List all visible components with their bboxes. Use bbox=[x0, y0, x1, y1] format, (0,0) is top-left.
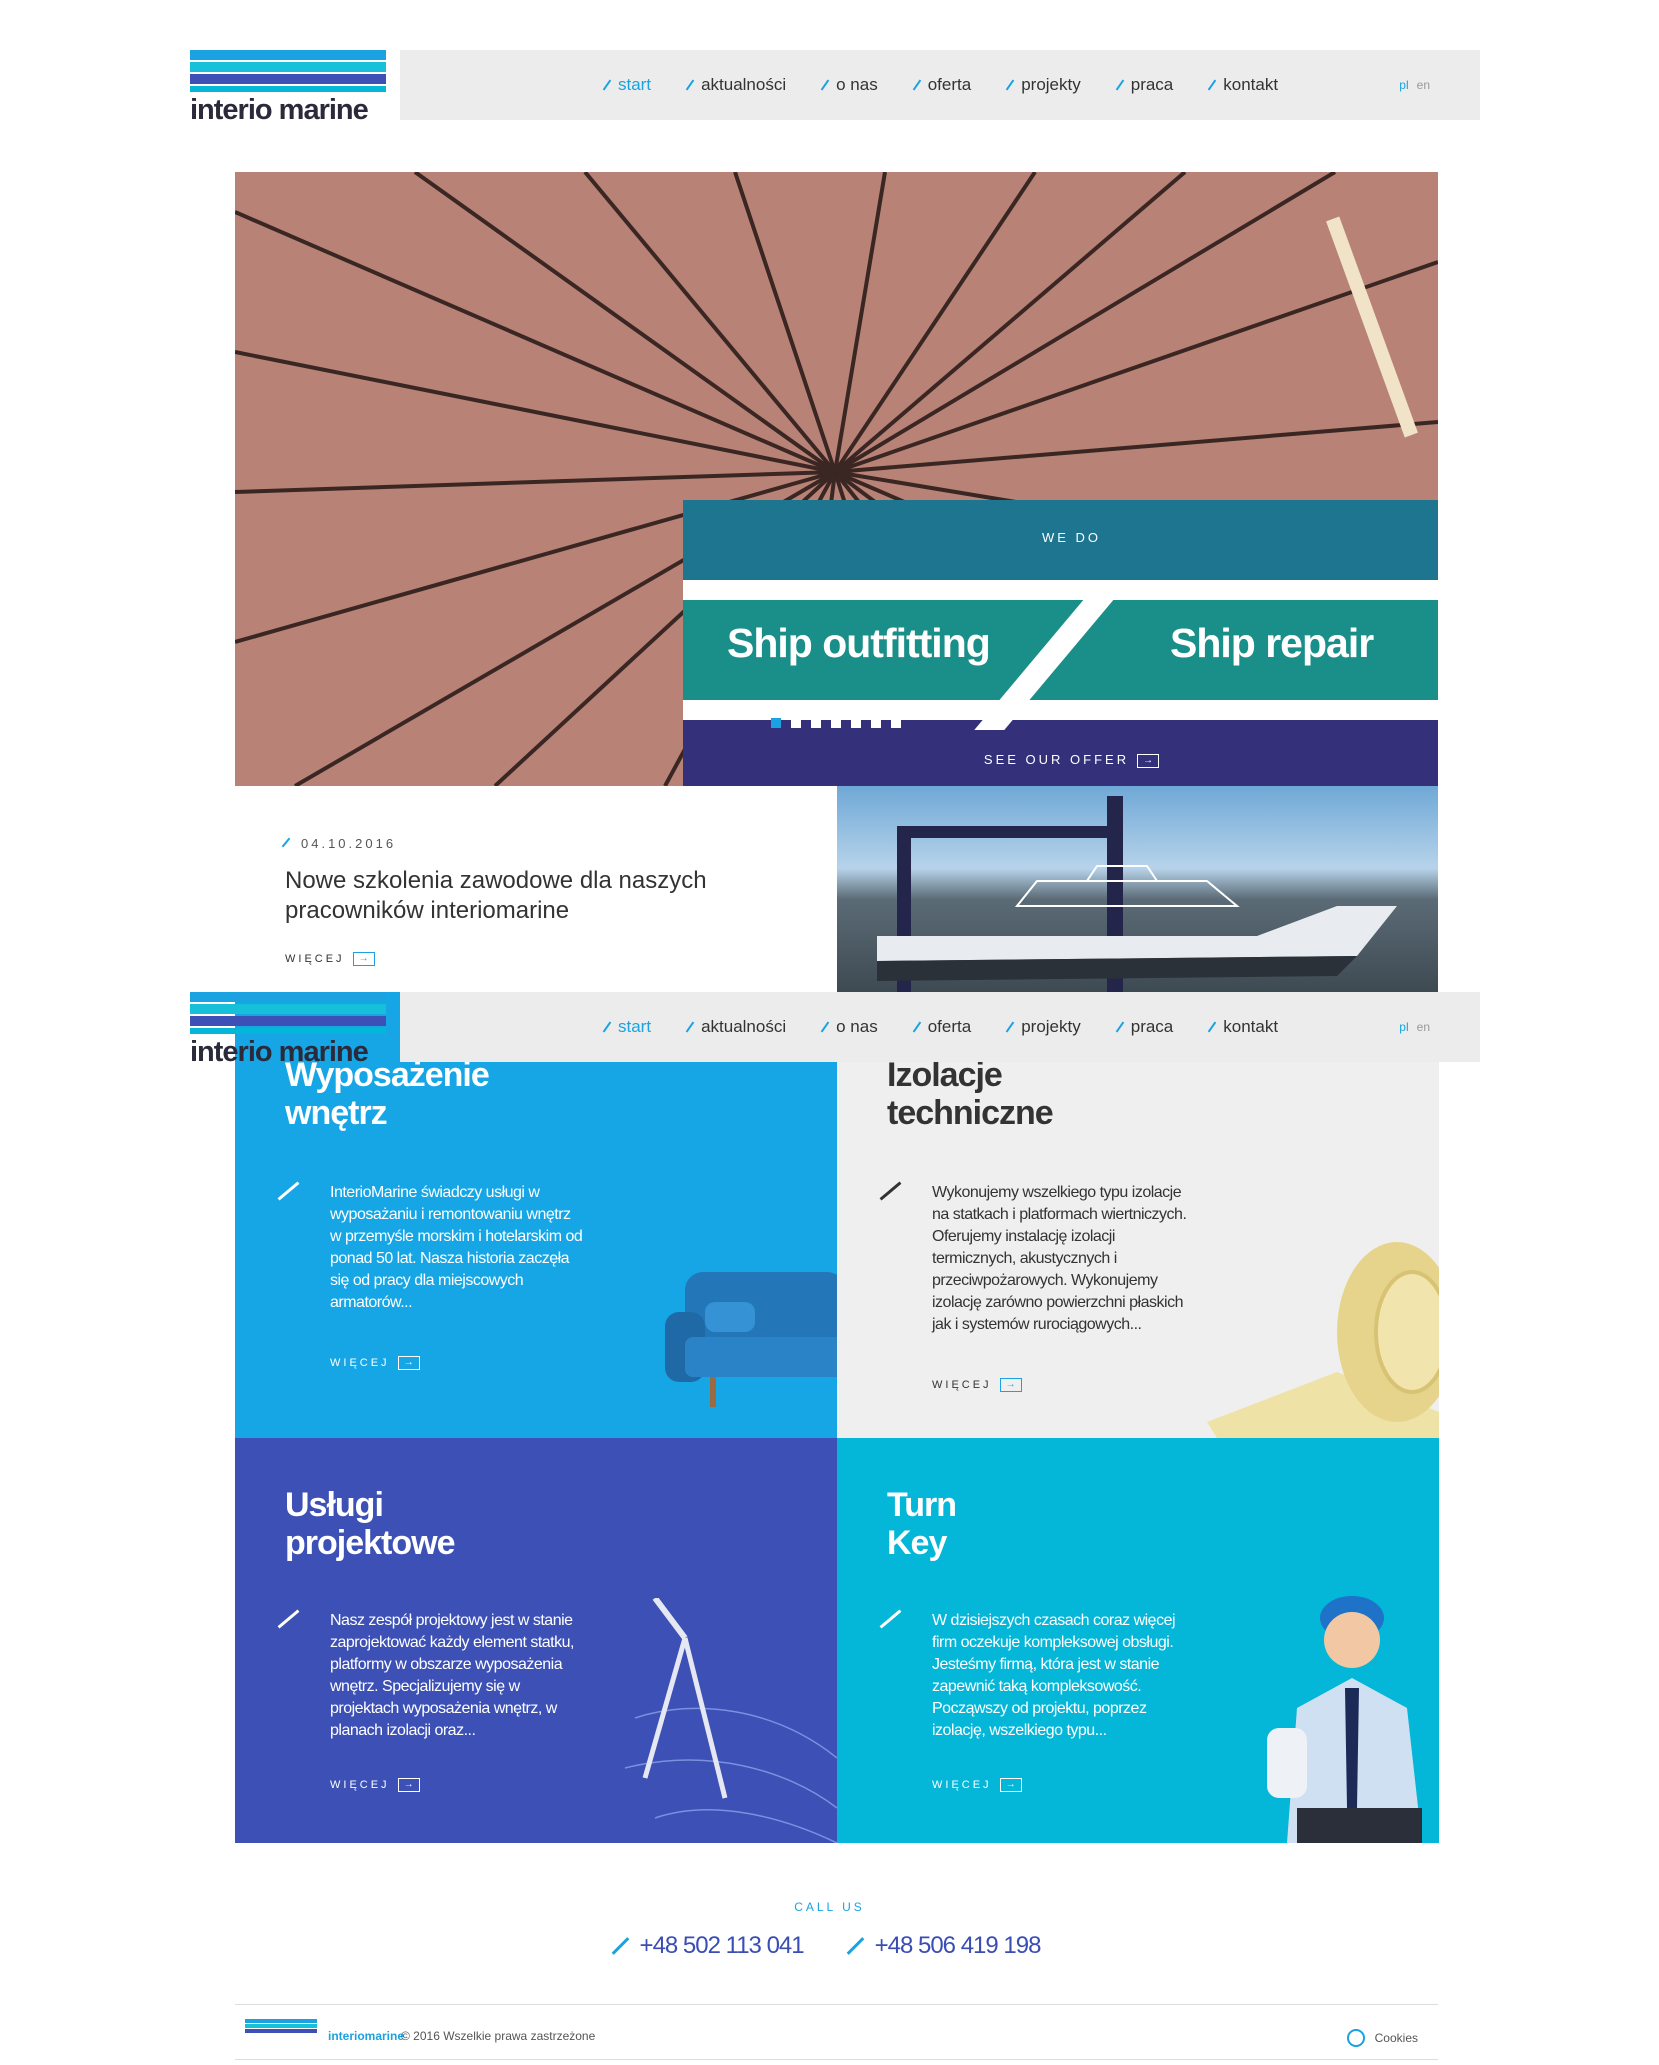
slash-pen-icon bbox=[879, 1609, 902, 1629]
main-nav: start aktualności o nas oferta projekty … bbox=[602, 50, 1316, 120]
news-teaser: 04.10.2016 Nowe szkolenia zawodowe dla n… bbox=[235, 786, 1438, 992]
slash-pen-icon bbox=[879, 1181, 902, 1201]
call-us-label: CALL US bbox=[794, 1900, 865, 1914]
hero-overlay: WE DO Ship outfitting Ship repair SEE OU… bbox=[683, 500, 1438, 786]
main-nav: start aktualności o nas oferta projekty … bbox=[602, 992, 1316, 1062]
site-header: interio marine start aktualności o nas o… bbox=[190, 50, 1480, 126]
cookie-icon bbox=[1346, 2029, 1365, 2047]
service-title: Turn Key bbox=[887, 1486, 957, 1562]
lang-en[interactable]: en bbox=[1417, 1020, 1430, 1034]
site-footer: interiomarine © 2016 Wszelkie prawa zast… bbox=[235, 2004, 1438, 2060]
news-date: 04.10.2016 bbox=[281, 836, 396, 851]
footer-brand: interiomarine bbox=[328, 2029, 405, 2043]
nav-item-start[interactable]: start bbox=[602, 75, 651, 95]
hero-title-outfitting: Ship outfitting bbox=[727, 620, 991, 666]
news-more-link[interactable]: WIĘCEJ → bbox=[285, 952, 375, 966]
see-offer-button[interactable]: SEE OUR OFFER → bbox=[683, 752, 1438, 768]
service-card-turnkey: Turn Key W dzisiejszych czasach coraz wię… bbox=[837, 1438, 1439, 1843]
footer-logo[interactable] bbox=[245, 2019, 317, 2045]
news-title[interactable]: Nowe szkolenia zawodowe dla naszych prac… bbox=[285, 866, 755, 926]
nav-item-oferta[interactable]: oferta bbox=[912, 1017, 971, 1037]
insulation-roll-image bbox=[1207, 1242, 1439, 1438]
yacht-photo bbox=[837, 786, 1438, 992]
phone-list: +48 502 113 041 +48 506 419 198 bbox=[0, 1932, 1659, 1960]
nav-item-o-nas[interactable]: o nas bbox=[820, 75, 878, 95]
footer-copyright: © 2016 Wszelkie prawa zastrzeżone bbox=[401, 2029, 596, 2043]
hero-title-repair: Ship repair bbox=[1170, 620, 1374, 666]
hero-slider: WE DO Ship outfitting Ship repair SEE OU… bbox=[235, 172, 1438, 786]
nav-item-start[interactable]: start bbox=[602, 1017, 651, 1037]
language-switch: pl en bbox=[1399, 992, 1430, 1062]
service-title: Izolacje techniczne bbox=[887, 1056, 1054, 1132]
service-text: W dzisiejszych czasach coraz więcej firm… bbox=[932, 1612, 1176, 1739]
nav-item-aktualnosci[interactable]: aktualności bbox=[685, 1017, 786, 1037]
logo-wordmark: interio marine bbox=[190, 94, 369, 126]
service-more-link[interactable]: WIĘCEJ → bbox=[932, 1778, 1022, 1792]
nav-item-aktualnosci[interactable]: aktualności bbox=[685, 75, 786, 95]
service-text: InterioMarine świadczy usługi w wyposaża… bbox=[330, 1184, 583, 1311]
service-more-link[interactable]: WIĘCEJ → bbox=[932, 1378, 1022, 1392]
slider-dot[interactable] bbox=[871, 718, 881, 728]
lang-pl[interactable]: pl bbox=[1399, 1020, 1408, 1034]
language-switch: pl en bbox=[1399, 50, 1430, 120]
slash-pen-icon bbox=[281, 837, 291, 848]
cookies-link[interactable]: Cookies bbox=[1346, 2029, 1418, 2047]
lang-pl[interactable]: pl bbox=[1399, 78, 1408, 92]
engineer-image bbox=[1267, 1596, 1422, 1843]
lang-en[interactable]: en bbox=[1417, 78, 1430, 92]
service-more-link[interactable]: WIĘCEJ → bbox=[330, 1356, 420, 1370]
slash-pen-icon bbox=[277, 1609, 300, 1629]
service-text: Nasz zespół projektowy jest w stanie zap… bbox=[330, 1612, 574, 1739]
phone-link[interactable]: +48 506 419 198 bbox=[846, 1932, 1041, 1960]
arrow-right-icon: → bbox=[397, 1778, 420, 1792]
slider-dot[interactable] bbox=[811, 718, 821, 728]
nav-item-oferta[interactable]: oferta bbox=[912, 75, 971, 95]
slider-dot[interactable] bbox=[791, 718, 801, 728]
nav-item-kontakt[interactable]: kontakt bbox=[1208, 75, 1278, 95]
hero-kicker: WE DO bbox=[1041, 530, 1102, 545]
logo[interactable]: interio marine bbox=[190, 992, 386, 1068]
phone-link[interactable]: +48 502 113 041 bbox=[611, 1932, 805, 1960]
slider-dot[interactable] bbox=[831, 718, 841, 728]
nav-item-praca[interactable]: praca bbox=[1115, 1017, 1173, 1037]
slash-pen-icon bbox=[846, 1937, 864, 1955]
nav-item-praca[interactable]: praca bbox=[1115, 75, 1173, 95]
nav-item-kontakt[interactable]: kontakt bbox=[1208, 1017, 1278, 1037]
slider-dots bbox=[771, 718, 911, 728]
slash-pen-icon bbox=[277, 1181, 300, 1201]
slider-dot[interactable] bbox=[891, 718, 901, 728]
logo[interactable]: interio marine bbox=[190, 50, 386, 126]
compass-blueprint-image bbox=[624, 1598, 837, 1843]
arrow-right-icon: → bbox=[352, 952, 375, 966]
nav-item-projekty[interactable]: projekty bbox=[1005, 75, 1081, 95]
arrow-right-icon: → bbox=[999, 1378, 1022, 1392]
nav-bar: start aktualności o nas oferta projekty … bbox=[400, 50, 1480, 120]
slider-dot[interactable] bbox=[771, 718, 781, 728]
sofa-image bbox=[665, 1272, 837, 1407]
nav-item-projekty[interactable]: projekty bbox=[1005, 1017, 1081, 1037]
service-text: Wykonujemy wszelkiego typu izolacje na s… bbox=[932, 1184, 1187, 1333]
service-more-link[interactable]: WIĘCEJ → bbox=[330, 1778, 420, 1792]
slash-pen-icon bbox=[611, 1937, 629, 1955]
arrow-right-icon: → bbox=[999, 1778, 1022, 1792]
nav-bar: start aktualności o nas oferta projekty … bbox=[400, 992, 1480, 1062]
slider-dot[interactable] bbox=[851, 718, 861, 728]
nav-item-o-nas[interactable]: o nas bbox=[820, 1017, 878, 1037]
sticky-header: interio marine start aktualności o nas o… bbox=[190, 992, 1480, 1068]
logo-wordmark: interio marine bbox=[190, 1036, 369, 1068]
arrow-right-icon: → bbox=[1137, 753, 1160, 768]
arrow-right-icon: → bbox=[397, 1356, 420, 1370]
service-card-design: Usługi projektowe Nasz zespół projektowy … bbox=[235, 1438, 837, 1843]
service-title: Usługi projektowe bbox=[285, 1486, 455, 1562]
